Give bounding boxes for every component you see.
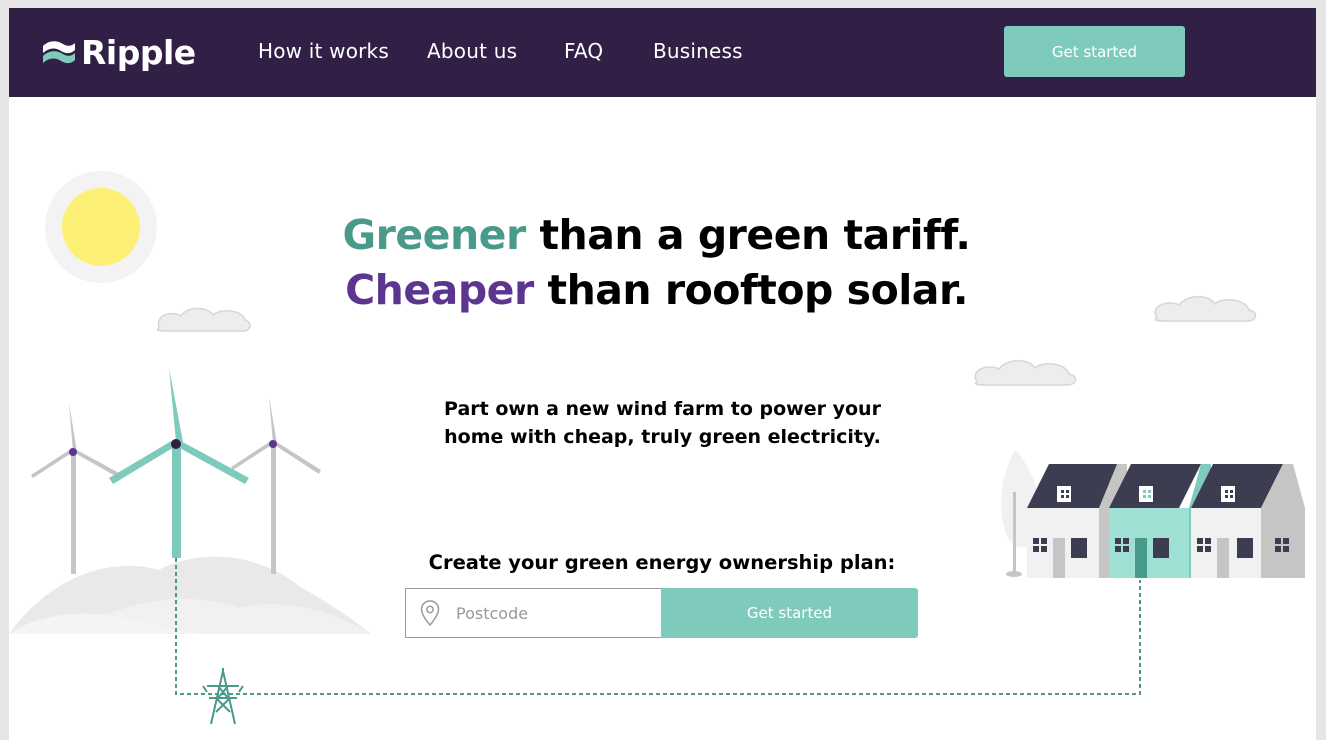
plan-form-label: Create your green energy ownership plan: — [428, 551, 896, 574]
page: Ripple How it works About us FAQ Busines… — [9, 8, 1316, 740]
terraced-houses-icon — [1027, 464, 1305, 578]
hero-subhead: Part own a new wind farm to power your h… — [9, 395, 1316, 451]
pylon-icon — [202, 668, 244, 725]
postcode-get-started-button[interactable]: Get started — [661, 588, 918, 638]
subhead-line-1: Part own a new wind farm to power your — [444, 398, 881, 420]
hills — [9, 556, 371, 634]
headline-line-1-rest: than a green tariff. — [525, 211, 971, 259]
headline-accent-greener: Greener — [342, 211, 526, 259]
postcode-form: Get started — [405, 588, 918, 638]
location-pin-icon — [420, 600, 440, 626]
cloud-icon — [974, 359, 1077, 386]
postcode-field[interactable] — [405, 588, 661, 638]
subhead-line-2: home with cheap, truly green electricity… — [444, 426, 881, 448]
postcode-input[interactable] — [454, 602, 648, 624]
headline-line-1: Greener than a green tariff. — [9, 208, 1316, 263]
headline-line-2: Cheaper than rooftop solar. — [9, 263, 1316, 318]
hero-headline: Greener than a green tariff. Cheaper tha… — [9, 208, 1316, 318]
headline-accent-cheaper: Cheaper — [345, 266, 534, 314]
headline-line-2-rest: than rooftop solar. — [533, 266, 968, 314]
